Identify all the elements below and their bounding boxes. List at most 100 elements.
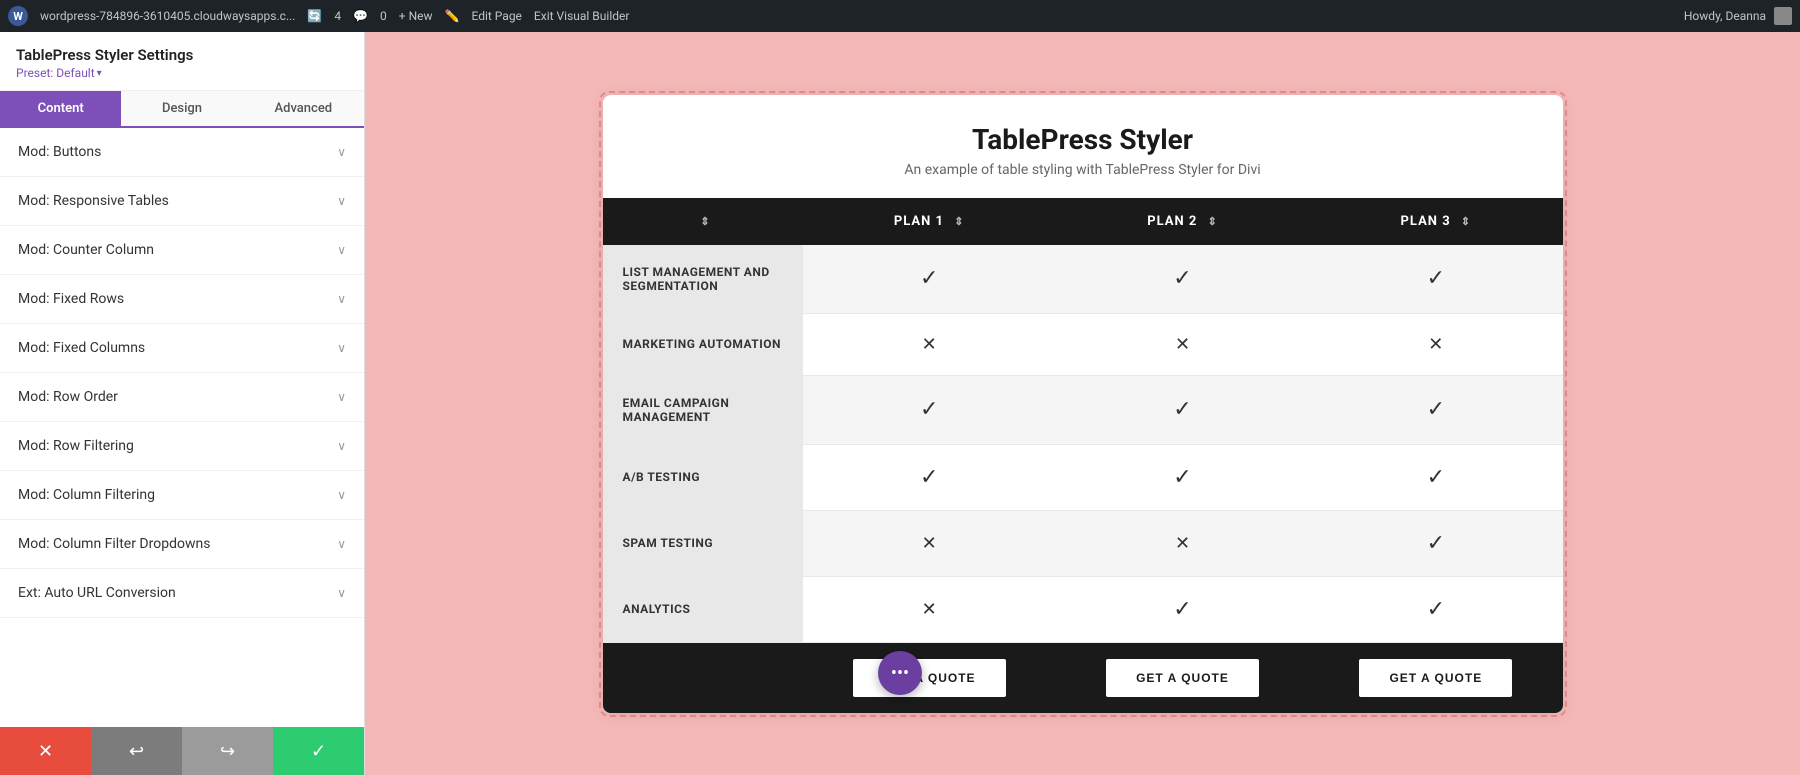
sidebar-item-counter-column[interactable]: Mod: Counter Column ∨ xyxy=(0,226,364,275)
sidebar-item-responsive-tables[interactable]: Mod: Responsive Tables ∨ xyxy=(0,177,364,226)
plan3-cell: ✓ xyxy=(1309,245,1562,314)
check-icon: ✓ xyxy=(1173,266,1191,291)
sidebar-item-label: Mod: Column Filter Dropdowns xyxy=(18,536,210,552)
plan2-cell: ✕ xyxy=(1056,510,1309,576)
sidebar-item-fixed-rows[interactable]: Mod: Fixed Rows ∨ xyxy=(0,275,364,324)
feature-cell: LIST MANAGEMENT AND SEGMENTATION xyxy=(603,245,803,314)
plan1-cell: ✕ xyxy=(803,510,1056,576)
refresh-count: 4 xyxy=(334,9,341,23)
sidebar-item-column-filter-dropdowns[interactable]: Mod: Column Filter Dropdowns ∨ xyxy=(0,520,364,569)
table-footer-row: GET A QUOTE GET A QUOTE GET A QUOTE xyxy=(603,642,1563,713)
check-icon: ✓ xyxy=(1427,531,1445,556)
sidebar-item-label: Mod: Buttons xyxy=(18,144,101,160)
col-header-feature[interactable]: ⇕ xyxy=(603,198,803,245)
new-button[interactable]: + New xyxy=(399,9,433,23)
plan2-cell: ✓ xyxy=(1056,375,1309,444)
check-icon: ✓ xyxy=(1427,266,1445,291)
sort-icon: ⇕ xyxy=(1208,215,1218,228)
user-avatar[interactable] xyxy=(1774,7,1792,25)
undo-button[interactable]: ↩ xyxy=(91,727,182,775)
tab-content[interactable]: Content xyxy=(0,91,121,126)
sidebar-item-fixed-columns[interactable]: Mod: Fixed Columns ∨ xyxy=(0,324,364,373)
plan2-cell: ✓ xyxy=(1056,444,1309,510)
chevron-down-icon: ∨ xyxy=(337,145,346,159)
sidebar-item-buttons[interactable]: Mod: Buttons ∨ xyxy=(0,128,364,177)
tab-advanced[interactable]: Advanced xyxy=(243,91,364,126)
feature-cell: MARKETING AUTOMATION xyxy=(603,313,803,375)
chevron-down-icon: ∨ xyxy=(337,586,346,600)
admin-bar-right: Howdy, Deanna xyxy=(1684,7,1792,25)
feature-cell: A/B TESTING xyxy=(603,444,803,510)
sort-icon: ⇕ xyxy=(954,215,964,228)
preset-arrow-icon: ▾ xyxy=(97,68,102,79)
get-quote-plan3-button[interactable]: GET A QUOTE xyxy=(1359,659,1512,697)
sidebar-preset[interactable]: Preset: Default ▾ xyxy=(16,66,348,80)
sidebar-item-label: Ext: Auto URL Conversion xyxy=(18,585,176,601)
check-icon: ✓ xyxy=(1427,465,1445,490)
exit-visual-builder-link[interactable]: Exit Visual Builder xyxy=(534,9,630,23)
feature-cell: ANALYTICS xyxy=(603,576,803,642)
comparison-table: ⇕ PLAN 1 ⇕ PLAN 2 ⇕ PLAN 3 xyxy=(603,198,1563,713)
table-row: A/B TESTING ✓ ✓ ✓ xyxy=(603,444,1563,510)
redo-button[interactable]: ↪ xyxy=(182,727,273,775)
chevron-down-icon: ∨ xyxy=(337,292,346,306)
table-row: SPAM TESTING ✕ ✕ ✓ xyxy=(603,510,1563,576)
col-header-plan1[interactable]: PLAN 1 ⇕ xyxy=(803,198,1056,245)
sidebar-toolbar: ✕ ↩ ↪ ✓ xyxy=(0,727,364,775)
howdy-text: Howdy, Deanna xyxy=(1684,9,1766,23)
sidebar-item-auto-url[interactable]: Ext: Auto URL Conversion ∨ xyxy=(0,569,364,618)
chevron-down-icon: ∨ xyxy=(337,341,346,355)
plan1-cell: ✕ xyxy=(803,576,1056,642)
footer-plan1-cell: GET A QUOTE xyxy=(803,642,1056,713)
cross-icon: ✕ xyxy=(922,533,937,554)
cross-icon: ✕ xyxy=(922,334,937,355)
chevron-down-icon: ∨ xyxy=(337,488,346,502)
footer-plan2-cell: GET A QUOTE xyxy=(1056,642,1309,713)
plan3-cell: ✓ xyxy=(1309,444,1562,510)
get-quote-plan1-button[interactable]: GET A QUOTE xyxy=(853,659,1006,697)
plan1-cell: ✕ xyxy=(803,313,1056,375)
plan1-cell: ✓ xyxy=(803,245,1056,314)
edit-page-link[interactable]: Edit Page xyxy=(471,9,521,23)
save-button[interactable]: ✓ xyxy=(273,727,364,775)
check-icon: ✓ xyxy=(920,397,938,422)
col-header-plan3[interactable]: PLAN 3 ⇕ xyxy=(1309,198,1562,245)
chevron-down-icon: ∨ xyxy=(337,439,346,453)
table-header-section: TablePress Styler An example of table st… xyxy=(603,95,1563,198)
sidebar-item-row-filtering[interactable]: Mod: Row Filtering ∨ xyxy=(0,422,364,471)
check-icon: ✓ xyxy=(1173,397,1191,422)
get-quote-plan2-button[interactable]: GET A QUOTE xyxy=(1106,659,1259,697)
plan2-cell: ✓ xyxy=(1056,245,1309,314)
check-icon: ✓ xyxy=(920,465,938,490)
footer-empty-cell xyxy=(603,642,803,713)
tab-design[interactable]: Design xyxy=(121,91,242,126)
footer-plan3-cell: GET A QUOTE xyxy=(1309,642,1562,713)
cross-icon: ✕ xyxy=(1175,334,1190,355)
floating-action-button[interactable]: ••• xyxy=(878,651,922,695)
sidebar-item-row-order[interactable]: Mod: Row Order ∨ xyxy=(0,373,364,422)
plan3-cell: ✓ xyxy=(1309,576,1562,642)
sidebar-item-column-filtering[interactable]: Mod: Column Filtering ∨ xyxy=(0,471,364,520)
feature-cell: SPAM TESTING xyxy=(603,510,803,576)
check-icon: ✓ xyxy=(1173,597,1191,622)
sidebar-items-list: Mod: Buttons ∨ Mod: Responsive Tables ∨ … xyxy=(0,128,364,727)
table-row: EMAIL CAMPAIGN MANAGEMENT ✓ ✓ ✓ xyxy=(603,375,1563,444)
cancel-button[interactable]: ✕ xyxy=(0,727,91,775)
chevron-down-icon: ∨ xyxy=(337,537,346,551)
plan3-cell: ✓ xyxy=(1309,510,1562,576)
plan1-cell: ✓ xyxy=(803,444,1056,510)
check-icon: ✓ xyxy=(920,266,938,291)
plan2-cell: ✓ xyxy=(1056,576,1309,642)
wordpress-logo[interactable]: W xyxy=(8,6,28,26)
site-name: wordpress-784896-3610405.cloudwaysapps.c… xyxy=(40,9,295,23)
table-header-row: ⇕ PLAN 1 ⇕ PLAN 2 ⇕ PLAN 3 xyxy=(603,198,1563,245)
chevron-down-icon: ∨ xyxy=(337,243,346,257)
sidebar: TablePress Styler Settings Preset: Defau… xyxy=(0,32,365,775)
col-header-plan2[interactable]: PLAN 2 ⇕ xyxy=(1056,198,1309,245)
feature-cell: EMAIL CAMPAIGN MANAGEMENT xyxy=(603,375,803,444)
check-icon: ✓ xyxy=(1427,597,1445,622)
plan3-cell: ✓ xyxy=(1309,375,1562,444)
table-main-title: TablePress Styler xyxy=(623,123,1543,156)
cross-icon: ✕ xyxy=(1175,533,1190,554)
chevron-down-icon: ∨ xyxy=(337,390,346,404)
